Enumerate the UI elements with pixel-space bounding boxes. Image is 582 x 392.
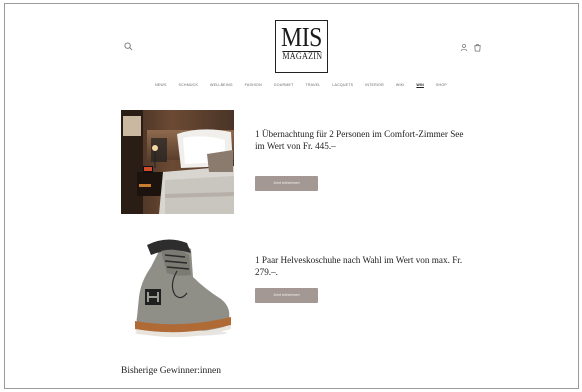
prize-title: 1 Übernachtung für 2 Personen im Comfort… bbox=[255, 129, 464, 151]
site-logo[interactable]: MIS MAGAZIN bbox=[275, 20, 328, 73]
nav-item-win[interactable]: Win bbox=[416, 83, 424, 87]
nav-item-news[interactable]: News bbox=[155, 83, 167, 87]
logo-mis: MIS bbox=[281, 22, 322, 52]
search-icon[interactable] bbox=[124, 42, 133, 51]
nav-item-gourmet[interactable]: Gourmet bbox=[274, 83, 294, 87]
nav-item-wiki[interactable]: Wiki bbox=[396, 83, 405, 87]
participate-button[interactable]: Jetzt teilnehmen bbox=[255, 288, 318, 303]
nav-item-fashion[interactable]: Fashion bbox=[245, 83, 262, 87]
shoe-image[interactable] bbox=[121, 237, 234, 341]
nav-item-travel[interactable]: Travel bbox=[305, 83, 320, 87]
main-nav: News Schmuck Wellbeing Fashion Gourmet T… bbox=[155, 83, 447, 87]
cart-icon[interactable] bbox=[473, 43, 482, 52]
nav-item-wellbeing[interactable]: Wellbeing bbox=[210, 83, 233, 87]
user-icon[interactable] bbox=[460, 43, 468, 52]
nav-item-schmuck[interactable]: Schmuck bbox=[179, 83, 199, 87]
logo-magazin: MAGAZIN bbox=[282, 51, 323, 62]
winners-heading: Bisherige Gewinner:innen bbox=[121, 366, 221, 376]
participate-button[interactable]: Jetzt teilnehmen bbox=[255, 176, 318, 191]
nav-item-shop[interactable]: Shop bbox=[436, 83, 447, 87]
nav-item-lacquets[interactable]: Lacquets bbox=[332, 83, 353, 87]
prize-title: 1 Paar Helveskoschuhe nach Wahl im Wert … bbox=[255, 255, 463, 277]
hotel-room-image[interactable] bbox=[121, 110, 234, 214]
nav-item-interior[interactable]: Interior bbox=[365, 83, 384, 87]
prize-card-hotel: 1 Übernachtung für 2 Personen im Comfort… bbox=[121, 110, 466, 214]
prize-card-shoes: 1 Paar Helveskoschuhe nach Wahl im Wert … bbox=[121, 237, 466, 341]
